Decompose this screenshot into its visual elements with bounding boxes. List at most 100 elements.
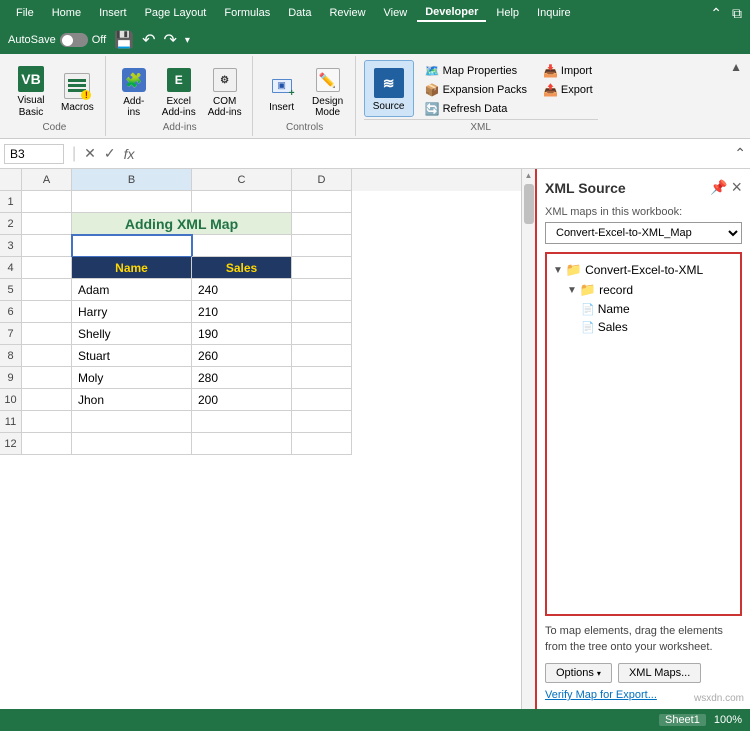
redo-icon[interactable]: ↷ bbox=[164, 30, 177, 50]
menu-inquire[interactable]: Inquire bbox=[529, 5, 579, 21]
cell-c1[interactable] bbox=[192, 191, 292, 213]
vertical-scrollbar[interactable]: ▲ bbox=[521, 169, 535, 709]
cell-b3[interactable] bbox=[72, 235, 192, 257]
col-header-c[interactable]: C bbox=[192, 169, 292, 191]
insert-control-button[interactable]: ▣ + Insert bbox=[261, 67, 303, 116]
xml-panel-pin-icon[interactable]: 📌 bbox=[710, 179, 727, 196]
add-ins-button[interactable]: 🧩 Add-ins bbox=[114, 61, 154, 121]
cell-b7[interactable]: Shelly bbox=[72, 323, 192, 345]
import-button[interactable]: 📥 Import bbox=[538, 62, 598, 80]
row-num-9[interactable]: 9 bbox=[0, 367, 22, 389]
visual-basic-button[interactable]: VB VisualBasic bbox=[10, 60, 52, 122]
com-add-ins-button[interactable]: ⚙ COMAdd-ins bbox=[204, 61, 246, 121]
cell-a7[interactable] bbox=[22, 323, 72, 345]
cell-c8[interactable]: 260 bbox=[192, 345, 292, 367]
quick-access-dropdown[interactable]: ▾ bbox=[185, 35, 190, 46]
cancel-formula-icon[interactable]: ✕ bbox=[80, 145, 100, 162]
cell-a4[interactable] bbox=[22, 257, 72, 279]
confirm-formula-icon[interactable]: ✓ bbox=[100, 145, 120, 162]
cell-c4-header[interactable]: Sales bbox=[192, 257, 292, 279]
cell-a1[interactable] bbox=[22, 191, 72, 213]
tree-record-item[interactable]: ▼ 📁 record bbox=[553, 280, 734, 300]
menu-insert[interactable]: Insert bbox=[91, 5, 135, 21]
cell-b1[interactable] bbox=[72, 191, 192, 213]
formula-input[interactable] bbox=[139, 145, 735, 163]
autosave-toggle[interactable]: AutoSave Off bbox=[8, 33, 106, 47]
menu-view[interactable]: View bbox=[376, 5, 416, 21]
design-mode-button[interactable]: ✏️ DesignMode bbox=[307, 61, 349, 121]
cell-b8[interactable]: Stuart bbox=[72, 345, 192, 367]
menu-developer[interactable]: Developer bbox=[417, 4, 486, 22]
cell-c10[interactable]: 200 bbox=[192, 389, 292, 411]
menu-review[interactable]: Review bbox=[321, 5, 373, 21]
ribbon-collapse-btn[interactable]: ▲ bbox=[726, 56, 746, 136]
sheet-tab-sheet1[interactable]: Sheet1 bbox=[659, 714, 706, 726]
map-properties-button[interactable]: 🗺️ Map Properties bbox=[420, 62, 532, 80]
export-button[interactable]: 📤 Export bbox=[538, 81, 598, 99]
cell-a10[interactable] bbox=[22, 389, 72, 411]
col-header-a[interactable]: A bbox=[22, 169, 72, 191]
cell-b10[interactable]: Jhon bbox=[72, 389, 192, 411]
cell-a6[interactable] bbox=[22, 301, 72, 323]
insert-function-icon[interactable]: fx bbox=[120, 146, 139, 162]
row-num-1[interactable]: 1 bbox=[0, 191, 22, 213]
options-button[interactable]: Options ▾ bbox=[545, 663, 612, 683]
menu-help[interactable]: Help bbox=[488, 5, 527, 21]
tree-name-item[interactable]: 📄 Name bbox=[553, 300, 734, 318]
cell-a5[interactable] bbox=[22, 279, 72, 301]
row-num-7[interactable]: 7 bbox=[0, 323, 22, 345]
xml-maps-button[interactable]: XML Maps... bbox=[618, 663, 701, 683]
cell-reference-input[interactable] bbox=[4, 144, 64, 164]
cell-d8[interactable] bbox=[292, 345, 352, 367]
menu-formulas[interactable]: Formulas bbox=[216, 5, 278, 21]
cell-c9[interactable]: 280 bbox=[192, 367, 292, 389]
cell-d4[interactable] bbox=[292, 257, 352, 279]
tree-root-item[interactable]: ▼ 📁 Convert-Excel-to-XML bbox=[553, 260, 734, 280]
cell-d2[interactable] bbox=[292, 213, 352, 235]
cell-c7[interactable]: 190 bbox=[192, 323, 292, 345]
scroll-thumb[interactable] bbox=[524, 184, 534, 224]
cell-d6[interactable] bbox=[292, 301, 352, 323]
cell-b9[interactable]: Moly bbox=[72, 367, 192, 389]
cell-b2-merged[interactable]: Adding XML Map bbox=[72, 213, 292, 235]
cell-d3[interactable] bbox=[292, 235, 352, 257]
refresh-data-button[interactable]: 🔄 Refresh Data bbox=[420, 100, 532, 118]
cell-a2[interactable] bbox=[22, 213, 72, 235]
save-icon[interactable]: 💾 bbox=[114, 30, 134, 50]
cell-d10[interactable] bbox=[292, 389, 352, 411]
row-num-4[interactable]: 4 bbox=[0, 257, 22, 279]
menu-data[interactable]: Data bbox=[280, 5, 319, 21]
cell-d9[interactable] bbox=[292, 367, 352, 389]
menu-file[interactable]: File bbox=[8, 5, 42, 21]
cell-c5[interactable]: 240 bbox=[192, 279, 292, 301]
tree-sales-item[interactable]: 📄 Sales bbox=[553, 318, 734, 336]
row-num-3[interactable]: 3 bbox=[0, 235, 22, 257]
macros-button[interactable]: ! Macros bbox=[56, 67, 99, 116]
source-button[interactable]: ≋ Source bbox=[364, 60, 414, 117]
menu-page-layout[interactable]: Page Layout bbox=[137, 5, 215, 21]
undo-icon[interactable]: ↶ bbox=[142, 30, 155, 50]
col-header-d[interactable]: D bbox=[292, 169, 352, 191]
cell-d1[interactable] bbox=[292, 191, 352, 213]
cell-b6[interactable]: Harry bbox=[72, 301, 192, 323]
row-num-2[interactable]: 2 bbox=[0, 213, 22, 235]
cell-a9[interactable] bbox=[22, 367, 72, 389]
menu-home[interactable]: Home bbox=[44, 5, 89, 21]
ribbon-toggle-icon[interactable]: ⌃ bbox=[710, 5, 722, 22]
formula-bar-expand[interactable]: ⌃ bbox=[734, 145, 746, 162]
expansion-packs-button[interactable]: 📦 Expansion Packs bbox=[420, 81, 532, 99]
xml-map-dropdown[interactable]: Convert-Excel-to-XML_Map bbox=[545, 222, 742, 244]
cell-b4-header[interactable]: Name bbox=[72, 257, 192, 279]
cell-a3[interactable] bbox=[22, 235, 72, 257]
cell-d7[interactable] bbox=[292, 323, 352, 345]
restore-icon[interactable]: ⧉ bbox=[732, 5, 742, 22]
excel-add-ins-button[interactable]: E ExcelAdd-ins bbox=[158, 61, 200, 121]
cell-b5[interactable]: Adam bbox=[72, 279, 192, 301]
row-num-8[interactable]: 8 bbox=[0, 345, 22, 367]
cell-c3[interactable] bbox=[192, 235, 292, 257]
col-header-b[interactable]: B bbox=[72, 169, 192, 191]
cell-a8[interactable] bbox=[22, 345, 72, 367]
xml-panel-close-btn[interactable]: × bbox=[731, 177, 742, 198]
cell-c6[interactable]: 210 bbox=[192, 301, 292, 323]
row-num-6[interactable]: 6 bbox=[0, 301, 22, 323]
